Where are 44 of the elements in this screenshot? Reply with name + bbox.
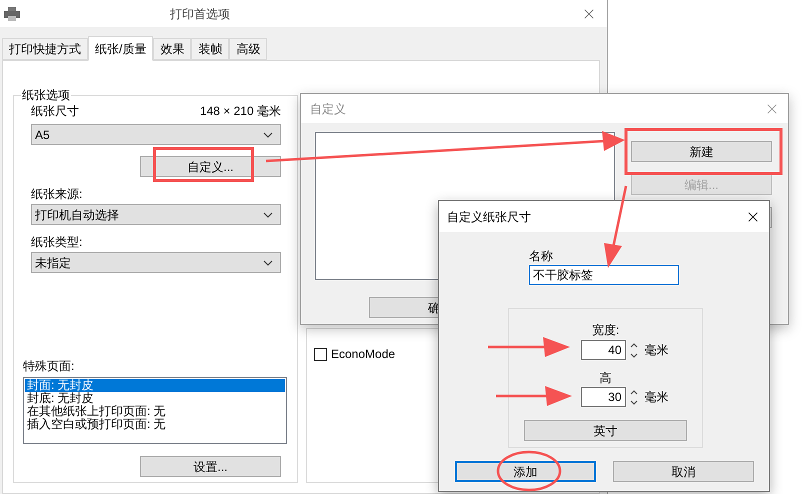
size-reading: 148 × 210 毫米 [200, 103, 281, 120]
tab[interactable]: 高级 [229, 38, 268, 60]
paper-type-select[interactable]: 未指定 [31, 252, 281, 273]
dialog-button[interactable]: 新建 [631, 141, 772, 162]
field-label: 宽度: [592, 322, 620, 339]
spinner-icon[interactable] [630, 388, 638, 406]
window-title: 打印首选项 [170, 6, 230, 22]
inch-button[interactable]: 英寸 [524, 420, 687, 441]
name-field[interactable]: 不干胶标签 [529, 265, 679, 285]
field-label: 纸张来源: [31, 186, 84, 203]
dialog-title: 自定义纸张尺寸 [447, 208, 531, 226]
add-button[interactable]: 添加 [455, 461, 596, 482]
width-field[interactable]: 40 [580, 340, 626, 360]
field-label: 高 [600, 370, 612, 387]
chevron-down-icon [263, 260, 273, 266]
tab[interactable]: 纸张/质量 [88, 36, 154, 61]
field-label: 纸张尺寸 [31, 103, 79, 120]
paper-size-select[interactable]: A5 [31, 124, 281, 145]
tab[interactable]: 效果 [153, 38, 192, 60]
field-label: 纸张类型: [31, 234, 84, 251]
paper-source-select[interactable]: 打印机自动选择 [31, 204, 281, 225]
field-label: 特殊页面: [23, 358, 76, 375]
field-label: 名称 [529, 248, 554, 265]
checkbox-label: EconoMode [331, 346, 396, 363]
chevron-down-icon [263, 132, 273, 138]
checkbox[interactable] [314, 348, 327, 360]
height-field[interactable]: 30 [580, 387, 626, 407]
tab[interactable]: 打印快捷方式 [2, 38, 88, 60]
custom-button[interactable]: 自定义... [140, 156, 281, 177]
group-title: 纸张选项 [21, 89, 71, 102]
unit-label: 毫米 [644, 342, 668, 359]
highlight-ellipse [496, 450, 562, 492]
list-item[interactable]: 在其他纸张上打印页面: 无 [25, 405, 285, 418]
spinner-icon[interactable] [630, 342, 638, 358]
list-item[interactable]: 封底: 无封皮 [25, 392, 285, 405]
unit-label: 毫米 [644, 389, 668, 406]
list-item[interactable]: 封面: 无封皮 [25, 379, 285, 392]
tab[interactable]: 装帧 [191, 38, 230, 60]
printer-icon [4, 6, 20, 20]
dialog-title: 自定义 [310, 100, 346, 118]
list-item[interactable]: 插入空白或预打印页面: 无 [25, 418, 285, 431]
settings-button[interactable]: 设置... [140, 456, 281, 477]
cancel-button[interactable]: 取消 [613, 461, 754, 482]
chevron-down-icon [263, 212, 273, 218]
